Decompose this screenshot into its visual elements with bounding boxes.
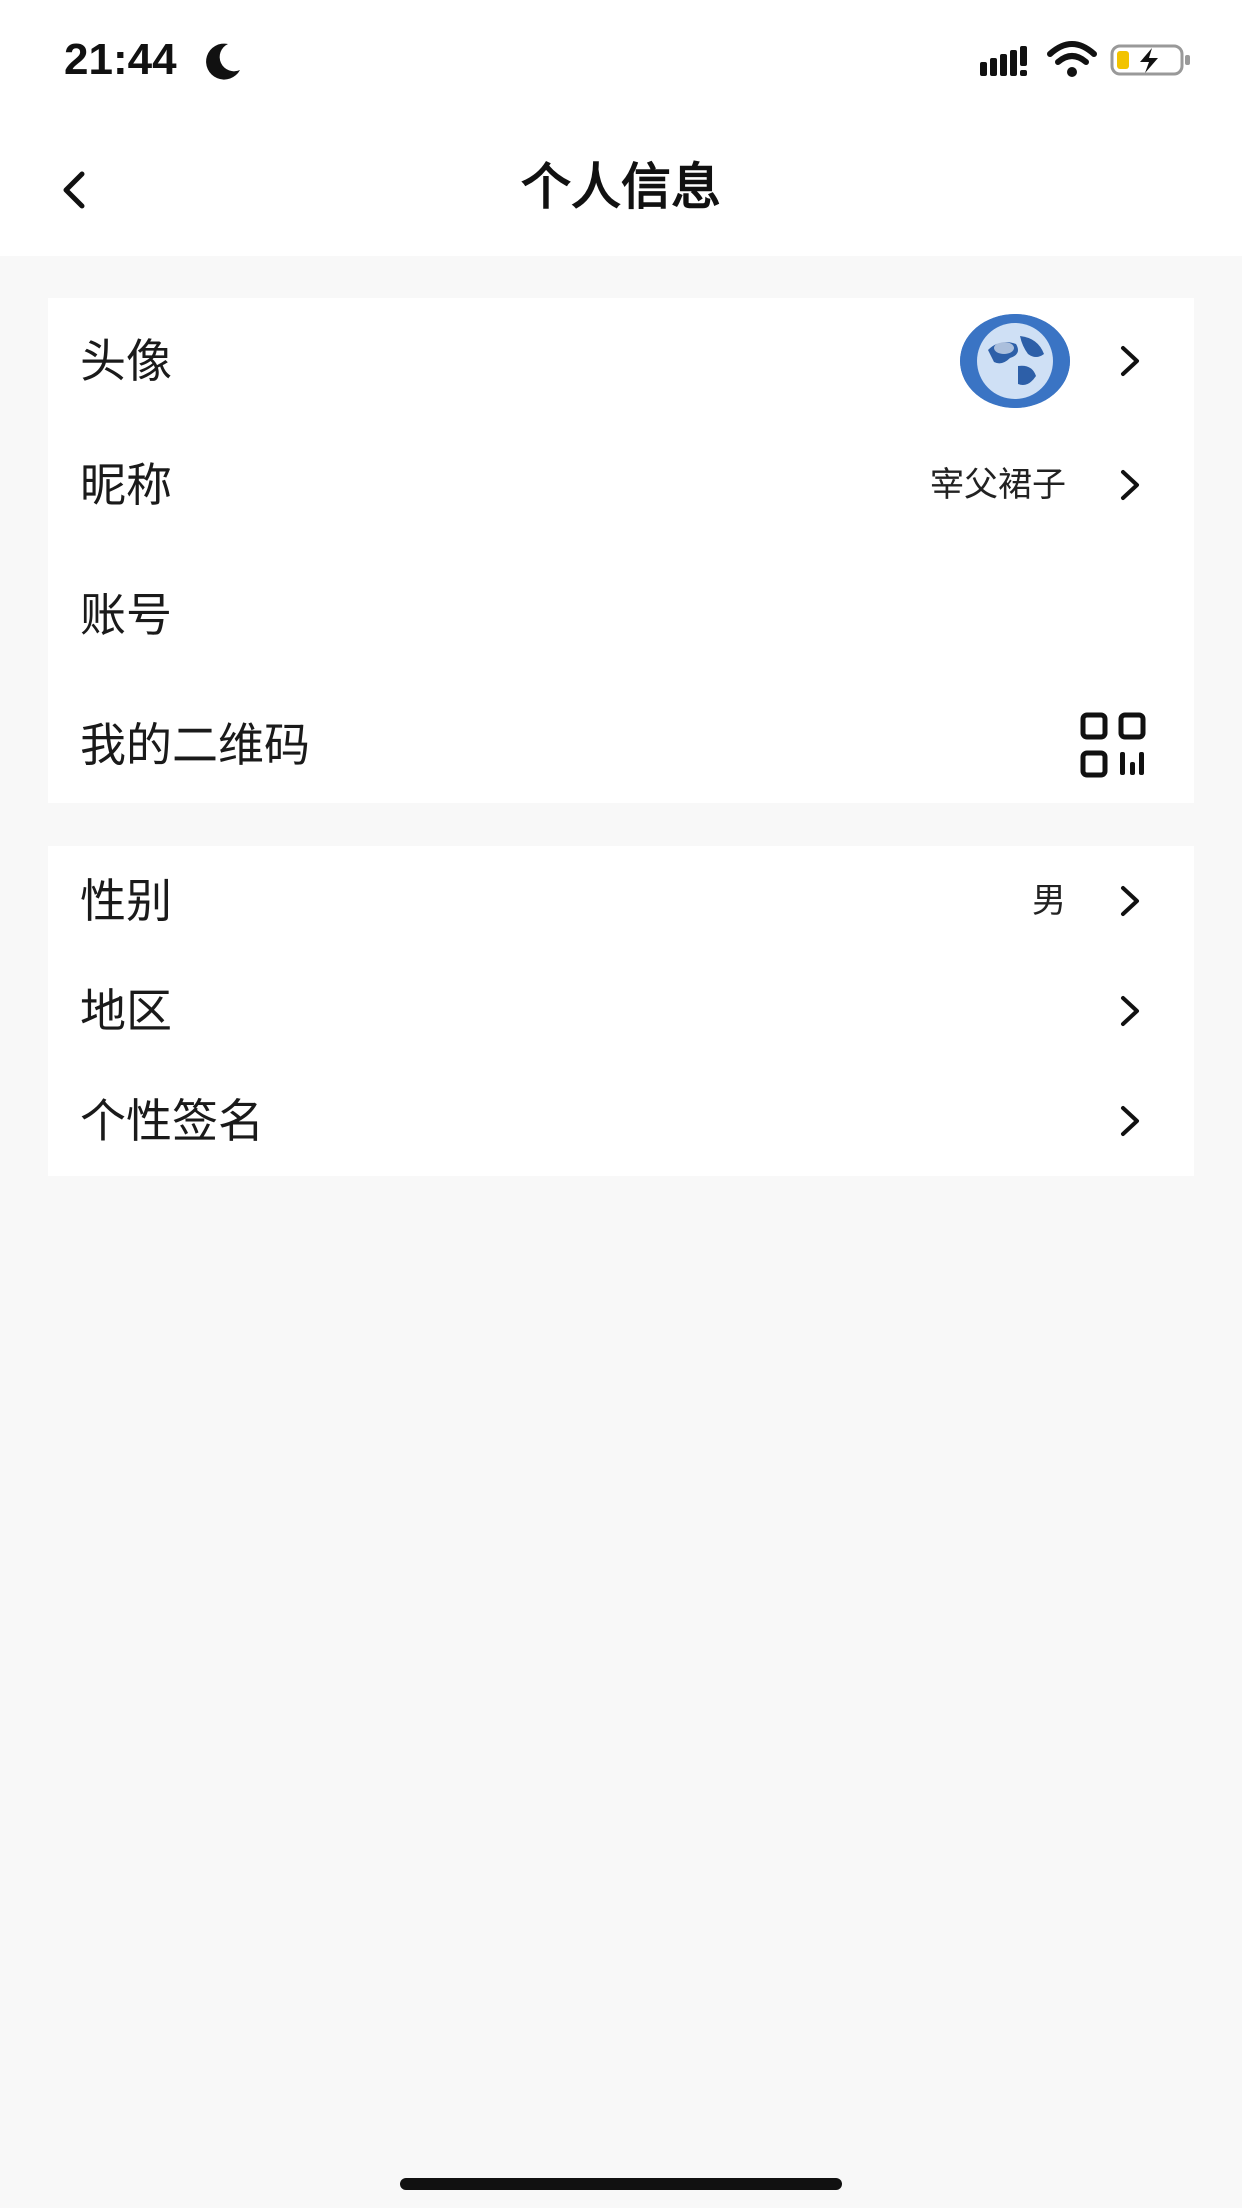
- account-row: 账号: [48, 560, 1194, 670]
- chevron-right-icon: [1121, 886, 1139, 916]
- chevron-right-icon: [1121, 346, 1139, 376]
- avatar[interactable]: [960, 314, 1070, 408]
- chevron-right-icon: [1121, 1106, 1139, 1136]
- nickname-row[interactable]: 昵称 宰父裙子: [48, 430, 1194, 540]
- gender-value: 男: [1032, 881, 1066, 921]
- signature-label: 个性签名: [80, 1094, 264, 1148]
- qr-code-icon[interactable]: [1080, 712, 1146, 778]
- chevron-right-icon: [1121, 996, 1139, 1026]
- page-title: 个人信息: [521, 158, 721, 216]
- qrcode-label: 我的二维码: [80, 718, 310, 772]
- nickname-label: 昵称: [80, 458, 172, 512]
- region-label: 地区: [80, 984, 172, 1038]
- moon-icon: [206, 43, 240, 80]
- top-bar: 21:44 个人信息: [0, 0, 1242, 256]
- wifi-icon: [1047, 41, 1097, 77]
- battery-charging-icon: [1110, 44, 1190, 76]
- home-indicator[interactable]: [400, 2178, 842, 2190]
- signal-icon: [980, 46, 1027, 76]
- avatar-row[interactable]: 头像: [48, 306, 1194, 416]
- qrcode-row[interactable]: 我的二维码: [48, 690, 1194, 800]
- profile-card-details: 性别 男 地区 个性签名: [48, 846, 1194, 1176]
- avatar-label: 头像: [80, 334, 172, 388]
- signature-row[interactable]: 个性签名: [48, 1066, 1194, 1176]
- chevron-right-icon: [1121, 470, 1139, 500]
- globe-avatar-icon: [960, 314, 1070, 408]
- account-label: 账号: [80, 588, 172, 642]
- nickname-value: 宰父裙子: [930, 465, 1066, 505]
- gender-label: 性别: [80, 874, 172, 928]
- gender-row[interactable]: 性别 男: [48, 846, 1194, 956]
- status-time: 21:44: [64, 35, 177, 84]
- region-row[interactable]: 地区: [48, 956, 1194, 1066]
- profile-card-basic: 头像 昵称 宰父裙子 账号 我的二维码: [48, 298, 1194, 803]
